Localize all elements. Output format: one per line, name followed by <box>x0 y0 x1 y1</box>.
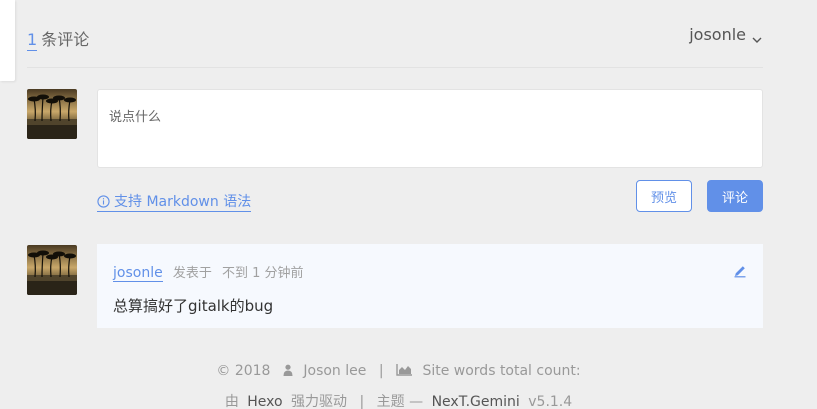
comments-header: 1 条评论 josonle <box>27 24 763 68</box>
user-icon <box>283 364 293 376</box>
theme-prefix: 主题 — <box>376 394 424 409</box>
chevron-down-icon <box>751 30 763 43</box>
comment-item: josonle 发表于 不到 1 分钟前 总算搞好了gitalk的bug <box>97 244 763 328</box>
powered-prefix: 由 <box>224 394 239 409</box>
theme-version: v5.1.4 <box>528 394 573 409</box>
sidebar-edge-panel <box>0 0 15 81</box>
user-menu[interactable]: josonle <box>689 25 763 44</box>
theme-link[interactable]: NexT.Gemini <box>432 394 520 409</box>
username: josonle <box>689 25 746 44</box>
comment-author-avatar[interactable] <box>27 245 77 295</box>
copyright-text: © 2018 <box>216 363 271 379</box>
footer-line-powered: 由 Hexo 强力驱动 | 主题 — NexT.Gemini v5.1.4 <box>0 391 797 409</box>
site-author: Joson lee <box>303 363 367 379</box>
comment-count-label: 条评论 <box>41 30 90 49</box>
hexo-link[interactable]: Hexo <box>247 394 282 409</box>
comment-editor <box>97 89 763 168</box>
area-chart-icon <box>396 364 412 376</box>
comment-posted-label: 发表于 <box>172 266 212 281</box>
footer-separator-2: | <box>359 394 365 409</box>
comment-input[interactable] <box>98 90 762 167</box>
markdown-help-link[interactable]: 支持 Markdown 语法 <box>97 191 252 212</box>
current-user-avatar[interactable] <box>27 89 77 139</box>
markdown-help-label: 支持 Markdown 语法 <box>114 194 252 210</box>
site-words-label: Site words total count: <box>422 363 581 379</box>
pencil-icon[interactable] <box>733 264 747 278</box>
submit-comment-button[interactable]: 评论 <box>707 180 763 212</box>
preview-button[interactable]: 预览 <box>636 180 692 212</box>
comment-time: 不到 1 分钟前 <box>222 266 304 281</box>
powered-suffix: 强力驱动 <box>291 394 348 409</box>
info-icon <box>97 194 110 208</box>
comment-meta: josonle 发表于 不到 1 分钟前 <box>113 262 304 282</box>
comment-body: 总算搞好了gitalk的bug <box>113 297 274 315</box>
comment-count-number[interactable]: 1 <box>27 30 38 51</box>
comment-author-link[interactable]: josonle <box>113 265 163 282</box>
footer-line-copyright: © 2018 Joson lee | Site words total coun… <box>0 363 797 379</box>
footer-separator: | <box>378 363 384 379</box>
comment-count: 1 条评论 <box>27 26 90 51</box>
